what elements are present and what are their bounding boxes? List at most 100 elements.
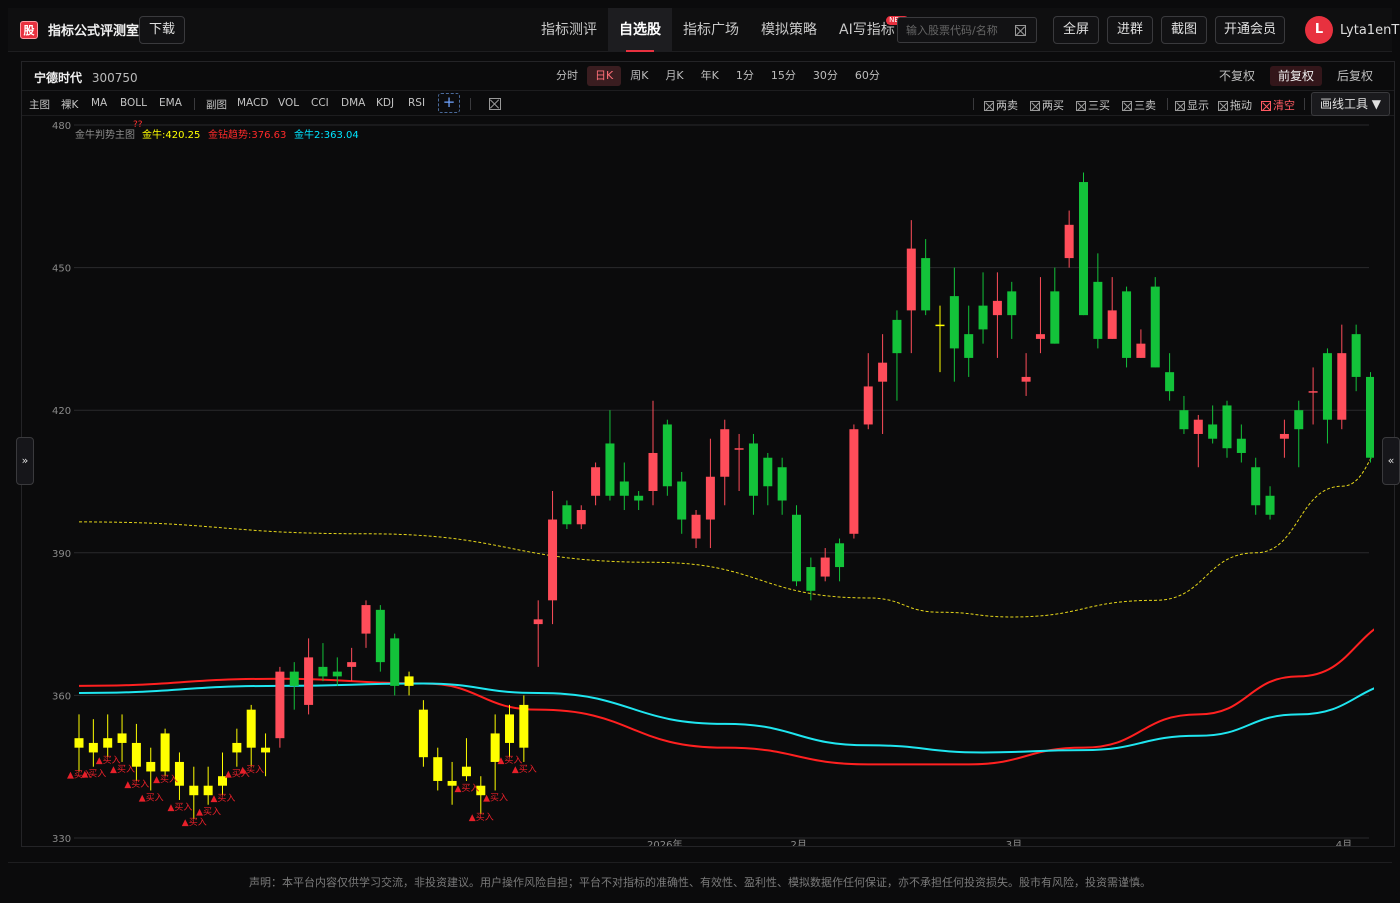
candle-body xyxy=(1337,353,1347,420)
candle xyxy=(978,272,988,344)
candle xyxy=(433,747,443,791)
buy-signal-label: ▲买入 xyxy=(483,792,508,803)
indicator-kdj[interactable]: KDJ xyxy=(376,97,394,109)
x-tick-label: 2月 xyxy=(791,839,807,846)
candle-body xyxy=(246,709,256,748)
period-tab-monthly[interactable]: 月K xyxy=(657,66,691,86)
checkbox-icon xyxy=(1122,101,1132,111)
drawing-tools-dropdown[interactable]: 画线工具 ▼ xyxy=(1311,92,1390,116)
indicator-dma[interactable]: DMA xyxy=(341,97,365,109)
sub-chart-label: 副图 xyxy=(206,99,227,111)
candle-body xyxy=(433,757,443,781)
period-tab-15min[interactable]: 15分 xyxy=(763,66,804,86)
candle-body xyxy=(548,519,558,601)
indicator-vol[interactable]: VOL xyxy=(278,97,299,109)
toggle-two-buy[interactable]: 两买 xyxy=(1030,97,1064,113)
candle xyxy=(404,671,414,696)
nav-tab-watchlist[interactable]: 自选股 xyxy=(608,8,672,52)
adjust-tab-none[interactable]: 不复权 xyxy=(1211,66,1263,86)
period-tab-timeshare[interactable]: 分时 xyxy=(548,66,586,86)
period-tab-30min[interactable]: 30分 xyxy=(805,66,846,86)
search-clear-icon[interactable] xyxy=(1015,25,1026,36)
candle-body xyxy=(777,467,787,501)
clear-drawings-button[interactable]: 清空 xyxy=(1261,97,1295,113)
candle xyxy=(1079,172,1088,316)
download-button[interactable]: 下载 xyxy=(139,16,185,44)
candle-body xyxy=(1366,376,1374,458)
period-tab-weekly[interactable]: 周K xyxy=(622,66,656,86)
candle xyxy=(117,714,127,762)
right-panel-expand-handle[interactable]: « xyxy=(1382,437,1400,485)
period-tab-1min[interactable]: 1分 xyxy=(728,66,762,86)
join-group-button[interactable]: 进群 xyxy=(1107,16,1153,44)
candle-body xyxy=(1351,334,1361,377)
candle-body xyxy=(1064,224,1074,259)
indicator-naked-k[interactable]: 裸K xyxy=(61,97,78,112)
candle xyxy=(964,305,974,377)
top-navigation-bar: 股 指标公式评测室 下载 指标测评 自选股 指标广场 模拟策略 AI写指标NEW… xyxy=(8,8,1399,52)
candle-body xyxy=(361,605,371,634)
candle xyxy=(705,438,715,549)
indicator-boll[interactable]: BOLL xyxy=(120,97,147,109)
indicator-ema[interactable]: EMA xyxy=(159,97,182,109)
toggle-three-buy[interactable]: 三买 xyxy=(1076,97,1110,113)
indicator-cci[interactable]: CCI xyxy=(311,97,329,109)
toggle-show[interactable]: 显示 xyxy=(1175,97,1209,113)
buy-signal-label: ▲买入 xyxy=(81,769,106,780)
close-indicator-icon[interactable] xyxy=(489,98,501,110)
user-profile[interactable]: L Lyta1enT xyxy=(1305,16,1399,44)
candle xyxy=(1294,400,1304,468)
brand-logo-icon: 股 xyxy=(20,20,38,39)
buy-signal-label: ▲买入 xyxy=(182,817,207,828)
candle-body xyxy=(835,543,845,568)
candle xyxy=(275,666,285,748)
app-title: 指标公式评测室 xyxy=(48,24,140,39)
candle xyxy=(103,714,113,758)
candle xyxy=(648,400,658,506)
candle-body xyxy=(304,657,314,705)
period-tab-60min[interactable]: 60分 xyxy=(847,66,888,86)
brand[interactable]: 股 指标公式评测室 xyxy=(20,20,139,39)
fullscreen-button[interactable]: 全屏 xyxy=(1053,16,1099,44)
toggle-two-sell[interactable]: 两卖 xyxy=(984,97,1018,113)
screenshot-button[interactable]: 截图 xyxy=(1161,16,1207,44)
adjust-tab-forward[interactable]: 前复权 xyxy=(1269,66,1322,86)
stock-search-input[interactable] xyxy=(906,21,1006,39)
candle xyxy=(1050,267,1060,344)
candle-body xyxy=(103,738,113,748)
divider xyxy=(1304,98,1305,110)
candle xyxy=(1007,281,1017,339)
candle xyxy=(1208,405,1218,444)
buy-signal-label: ▲买入 xyxy=(124,779,149,790)
nav-tab-indicator-review[interactable]: 指标测评 xyxy=(530,8,608,52)
toggle-three-sell[interactable]: 三卖 xyxy=(1122,97,1156,113)
vip-membership-button[interactable]: 开通会员 xyxy=(1215,16,1285,44)
candle-body xyxy=(1236,438,1246,453)
indicator-ma[interactable]: MA xyxy=(91,97,107,109)
username: Lyta1enT xyxy=(1340,22,1400,38)
add-indicator-button[interactable]: + xyxy=(438,93,460,113)
candle xyxy=(461,738,471,781)
candle xyxy=(1035,277,1045,354)
stock-search-box[interactable] xyxy=(897,17,1037,43)
candle xyxy=(562,500,572,530)
candle-body xyxy=(1007,291,1017,316)
toggle-drag[interactable]: 拖动 xyxy=(1218,97,1252,113)
stock-info: 宁德时代 300750 xyxy=(34,69,138,86)
candle xyxy=(1265,486,1275,520)
period-tab-yearly[interactable]: 年K xyxy=(693,66,727,86)
candle xyxy=(1136,329,1146,358)
nav-tab-indicator-plaza[interactable]: 指标广场 xyxy=(672,8,750,52)
candle-body xyxy=(949,296,959,349)
candle-body xyxy=(74,738,84,748)
candle-body xyxy=(404,676,414,686)
candle xyxy=(792,505,801,587)
indicator-macd[interactable]: MACD xyxy=(237,97,268,109)
period-tab-daily[interactable]: 日K xyxy=(587,66,622,86)
indicator-toolbar: 主图 裸K MA BOLL EMA 副图 MACD VOL CCI DMA KD… xyxy=(22,90,1394,116)
adjust-tab-backward[interactable]: 后复权 xyxy=(1329,66,1381,86)
indicator-rsi[interactable]: RSI xyxy=(408,97,425,109)
nav-tab-simulation-strategy[interactable]: 模拟策略 xyxy=(750,8,828,52)
candlestick-chart[interactable]: 4804504203903603302026年 2月 3月 4月 ▲买入▲买入▲买入▲… xyxy=(22,116,1374,846)
avatar[interactable]: L xyxy=(1305,16,1333,44)
